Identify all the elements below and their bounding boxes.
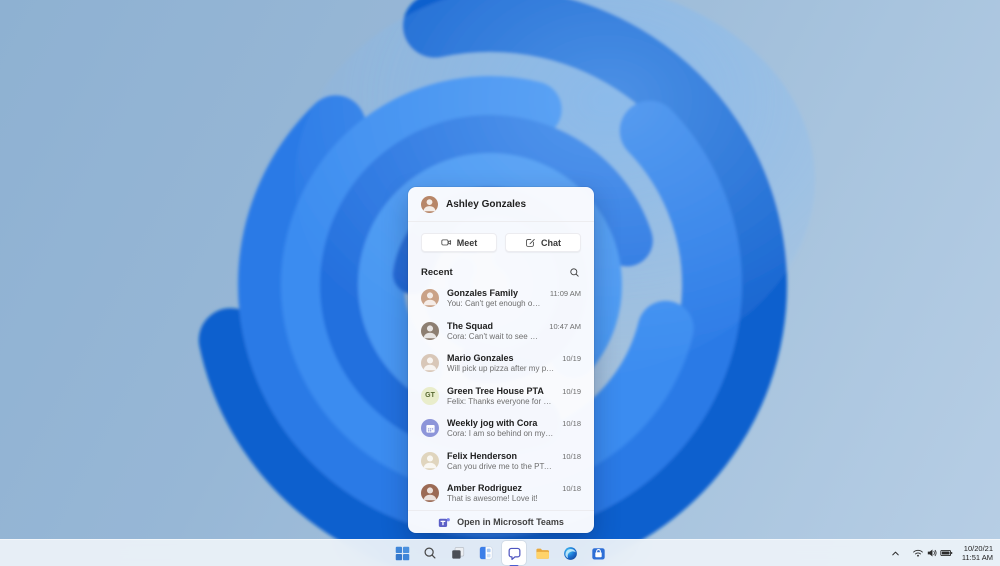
teams-chat-flyout: Ashley Gonzales Meet Chat Recent Gonzale… <box>408 187 594 533</box>
avatar <box>421 419 439 437</box>
search-icon <box>424 547 436 559</box>
person-icon <box>423 454 437 468</box>
recent-header-row: Recent <box>408 261 594 282</box>
chat-preview: Felix: Thanks everyone for attending tod… <box>447 396 554 406</box>
chat-timestamp: 10/18 <box>562 484 581 493</box>
taskbar: 10/20/21 11:51 AM <box>0 539 1000 566</box>
recent-label: Recent <box>421 266 453 278</box>
chat-list-item[interactable]: Mario Gonzales Will pick up pizza after … <box>408 349 594 382</box>
chat-timestamp: 11:09 AM <box>549 289 581 298</box>
chat-name: Felix Henderson <box>447 450 518 461</box>
tray-date: 10/20/21 <box>963 543 993 553</box>
folder-icon <box>535 548 549 559</box>
person-icon <box>423 324 437 338</box>
microsoft-store-button[interactable] <box>586 541 610 565</box>
chat-list-item[interactable]: The Squad Cora: Can't wait to see everyo… <box>408 317 594 350</box>
chat-name: Weekly jog with Cora <box>447 418 538 428</box>
chat-button[interactable]: Chat <box>505 233 581 252</box>
chat-button-label: Chat <box>541 237 561 248</box>
action-buttons-row: Meet Chat <box>408 222 594 261</box>
chat-item-texts: Amber Rodriguez That is awesome! Love it… <box>447 483 554 504</box>
avatar-initials: GT <box>421 386 439 405</box>
task-view-icon <box>452 547 465 559</box>
chat-timestamp: 10/18 <box>562 451 581 461</box>
chat-item-texts: Mario Gonzales Will pick up pizza after … <box>447 353 554 374</box>
recent-chat-list: Gonzales Family You: Can't get enough of… <box>408 282 594 510</box>
person-icon <box>423 487 437 501</box>
chat-name: The Squad <box>447 320 494 331</box>
widgets-button[interactable] <box>474 541 498 565</box>
video-camera-icon <box>441 239 451 246</box>
chevron-up-icon <box>892 551 899 555</box>
chat-preview: You: Can't get enough of her. <box>447 299 542 308</box>
task-view-button[interactable] <box>446 541 470 565</box>
chat-timestamp: 10/18 <box>562 419 581 428</box>
windows-start-icon <box>395 546 409 560</box>
chat-timestamp: 10:47 AM <box>549 321 581 331</box>
taskbar-icon-group <box>390 540 610 566</box>
chat-preview: Cora: I am so behind on my step goals. <box>447 429 554 438</box>
avatar <box>421 321 439 340</box>
chat-item-texts: The Squad Cora: Can't wait to see everyo… <box>447 321 541 342</box>
avatar-initials-text: GT <box>425 392 435 399</box>
chat-name: Green Tree House PTA <box>447 385 544 396</box>
open-in-teams-button[interactable]: Open in Microsoft Teams <box>408 510 594 533</box>
chat-preview: Will pick up pizza after my practice. <box>447 364 554 373</box>
chat-list-item[interactable]: Felix Henderson Can you drive me to the … <box>408 447 594 480</box>
chat-timestamp: 10/19 <box>562 354 581 363</box>
chat-list-item[interactable]: Amber Rodriguez That is awesome! Love it… <box>408 479 594 510</box>
avatar <box>421 451 439 470</box>
flyout-header: Ashley Gonzales <box>408 187 594 222</box>
person-icon <box>423 199 436 212</box>
teams-icon <box>438 517 450 527</box>
avatar <box>421 354 439 372</box>
chat-item-texts: Felix Henderson Can you drive me to the … <box>447 451 554 472</box>
search-icon <box>569 267 579 277</box>
person-icon <box>423 357 437 371</box>
chat-list-item[interactable]: GT Green Tree House PTA Felix: Thanks ev… <box>408 382 594 415</box>
edge-browser-icon <box>563 546 577 560</box>
widgets-icon <box>479 546 493 560</box>
chat-name: Gonzales Family <box>447 288 519 298</box>
volume-icon <box>927 549 937 557</box>
calendar-icon <box>425 424 435 433</box>
avatar <box>421 196 438 213</box>
chat-taskbar-button[interactable] <box>502 541 526 565</box>
tray-time: 11:51 AM <box>961 553 993 562</box>
file-explorer-button[interactable] <box>530 541 554 565</box>
chat-list-item[interactable]: Weekly jog with Cora Cora: I am so behin… <box>408 414 594 447</box>
chat-item-texts: Green Tree House PTA Felix: Thanks every… <box>447 386 554 407</box>
chat-preview: Can you drive me to the PTA today? <box>447 461 554 471</box>
chat-item-texts: Gonzales Family You: Can't get enough of… <box>447 288 542 309</box>
desktop: Ashley Gonzales Meet Chat Recent Gonzale… <box>0 0 1000 566</box>
chat-bubble-icon <box>508 547 520 560</box>
avatar <box>421 484 439 502</box>
chat-name: Mario Gonzales <box>447 353 514 363</box>
compose-icon <box>526 238 535 247</box>
chat-item-texts: Weekly jog with Cora Cora: I am so behin… <box>447 418 554 439</box>
edge-browser-button[interactable] <box>558 541 582 565</box>
start-button[interactable] <box>390 541 414 565</box>
meet-button-label: Meet <box>456 237 478 248</box>
user-name: Ashley Gonzales <box>446 199 527 210</box>
avatar <box>421 289 439 307</box>
hidden-icons-button[interactable] <box>888 546 903 561</box>
person-icon <box>423 292 437 306</box>
chat-preview: That is awesome! Love it! <box>447 494 538 503</box>
battery-icon <box>940 549 953 557</box>
clock-date-button[interactable]: 10/20/21 11:51 AM <box>962 544 993 563</box>
chat-preview: Cora: Can't wait to see everyone! <box>447 331 541 341</box>
network-volume-battery-button[interactable] <box>910 545 955 561</box>
open-in-teams-label: Open in Microsoft Teams <box>457 517 564 527</box>
search-button[interactable] <box>418 541 442 565</box>
wifi-icon <box>913 549 923 557</box>
system-tray: 10/20/21 11:51 AM <box>888 540 993 566</box>
search-button[interactable] <box>567 265 581 279</box>
chat-name: Amber Rodriguez <box>447 483 523 493</box>
chat-timestamp: 10/19 <box>562 386 581 396</box>
meet-button[interactable]: Meet <box>421 233 497 252</box>
chat-list-item[interactable]: Gonzales Family You: Can't get enough of… <box>408 284 594 317</box>
store-icon <box>591 547 605 559</box>
